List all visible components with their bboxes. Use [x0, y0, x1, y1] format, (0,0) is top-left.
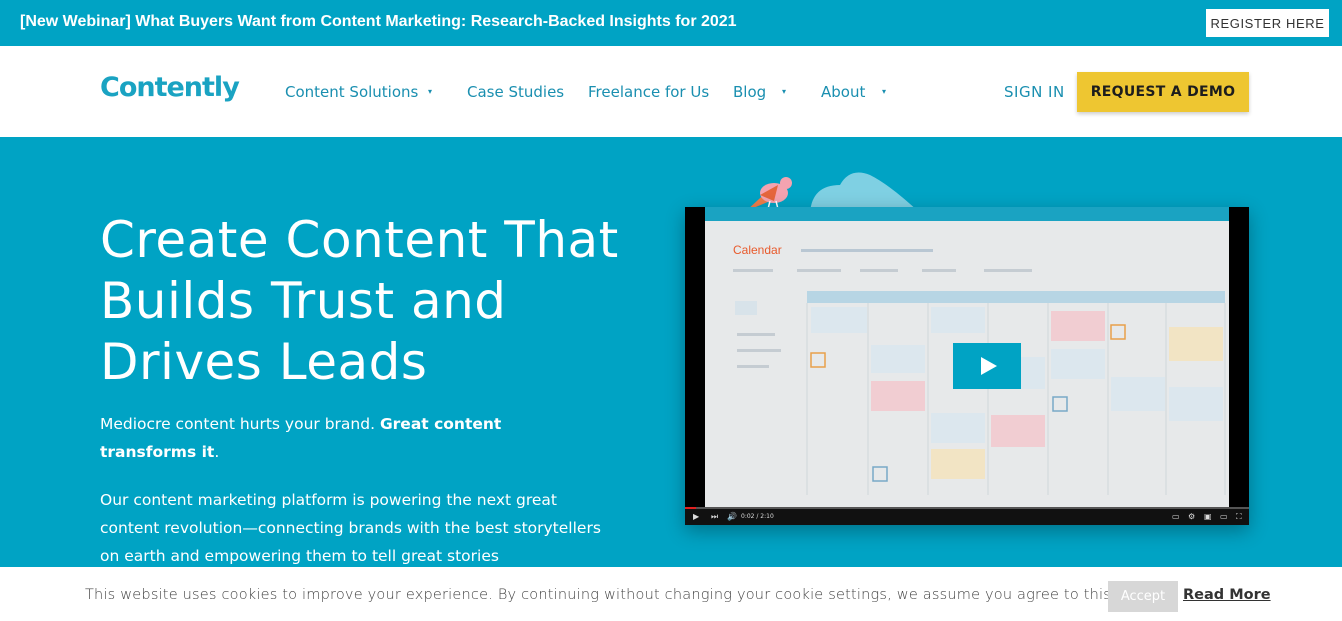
nav-item-content-solutions[interactable]: Content Solutions — [285, 83, 418, 101]
fullscreen-icon[interactable]: ⛶ — [1236, 512, 1242, 522]
video-screen: Calendar — [705, 207, 1229, 507]
hero-section: Create Content That Builds Trust and Dri… — [0, 137, 1342, 567]
video-progress-fill — [685, 507, 697, 509]
cookie-bar: This website uses cookies to improve you… — [0, 567, 1342, 621]
play-icon[interactable]: ▶ — [693, 512, 699, 521]
nav-item-case-studies[interactable]: Case Studies — [467, 83, 564, 101]
gear-icon[interactable]: ⚙ — [1188, 512, 1195, 521]
nav-item-blog[interactable]: Blog — [733, 83, 766, 101]
hero-description: Our content marketing platform is poweri… — [100, 491, 601, 565]
skip-next-icon[interactable]: ⏭ — [711, 512, 718, 522]
webinar-banner: [New Webinar] What Buyers Want from Cont… — [0, 0, 1342, 46]
read-more-link[interactable]: Read More — [1183, 587, 1271, 603]
play-button[interactable] — [953, 343, 1021, 389]
hero-tagline: Mediocre content hurts your brand. Great… — [100, 410, 540, 466]
banner-text[interactable]: [New Webinar] What Buyers Want from Cont… — [20, 13, 737, 31]
register-here-button[interactable]: REGISTER HERE — [1206, 9, 1329, 37]
tagline-plain: Mediocre content hurts your brand. — [100, 415, 380, 433]
chevron-down-icon[interactable]: ▾ — [428, 87, 432, 96]
chevron-down-icon[interactable]: ▾ — [782, 87, 786, 96]
theater-icon[interactable]: ▭ — [1220, 512, 1228, 521]
accept-cookies-button[interactable]: Accept — [1108, 581, 1178, 612]
request-demo-button[interactable]: REQUEST A DEMO — [1077, 72, 1249, 112]
tagline-end: . — [214, 443, 220, 461]
miniplayer-icon[interactable]: ▣ — [1204, 512, 1212, 521]
volume-icon[interactable]: 🔊 — [727, 512, 737, 521]
sign-in-link[interactable]: SIGN IN — [1004, 83, 1065, 101]
time-display: 0:02 / 2:10 — [741, 513, 774, 520]
video-progress-bar[interactable] — [685, 507, 1249, 509]
video-player[interactable]: Calendar ▶ ⏭ 🔊 0:02 / 2:10 ▭ ⚙ ▣ ▭ ⛶ — [685, 207, 1249, 525]
nav-item-freelance[interactable]: Freelance for Us — [588, 83, 709, 101]
chevron-down-icon[interactable]: ▾ — [882, 87, 886, 96]
contently-logo[interactable]: Contently — [100, 72, 240, 103]
main-nav: Contently Content Solutions ▾ Case Studi… — [0, 46, 1342, 137]
captions-icon[interactable]: ▭ — [1172, 512, 1180, 521]
cookie-message: This website uses cookies to improve you… — [85, 587, 1116, 603]
nav-item-about[interactable]: About — [821, 83, 865, 101]
video-controls: ▶ ⏭ 🔊 0:02 / 2:10 ▭ ⚙ ▣ ▭ ⛶ — [685, 507, 1249, 525]
hero-title: Create Content That Builds Trust and Dri… — [100, 211, 619, 391]
bird-cloud-illustration — [746, 172, 920, 213]
